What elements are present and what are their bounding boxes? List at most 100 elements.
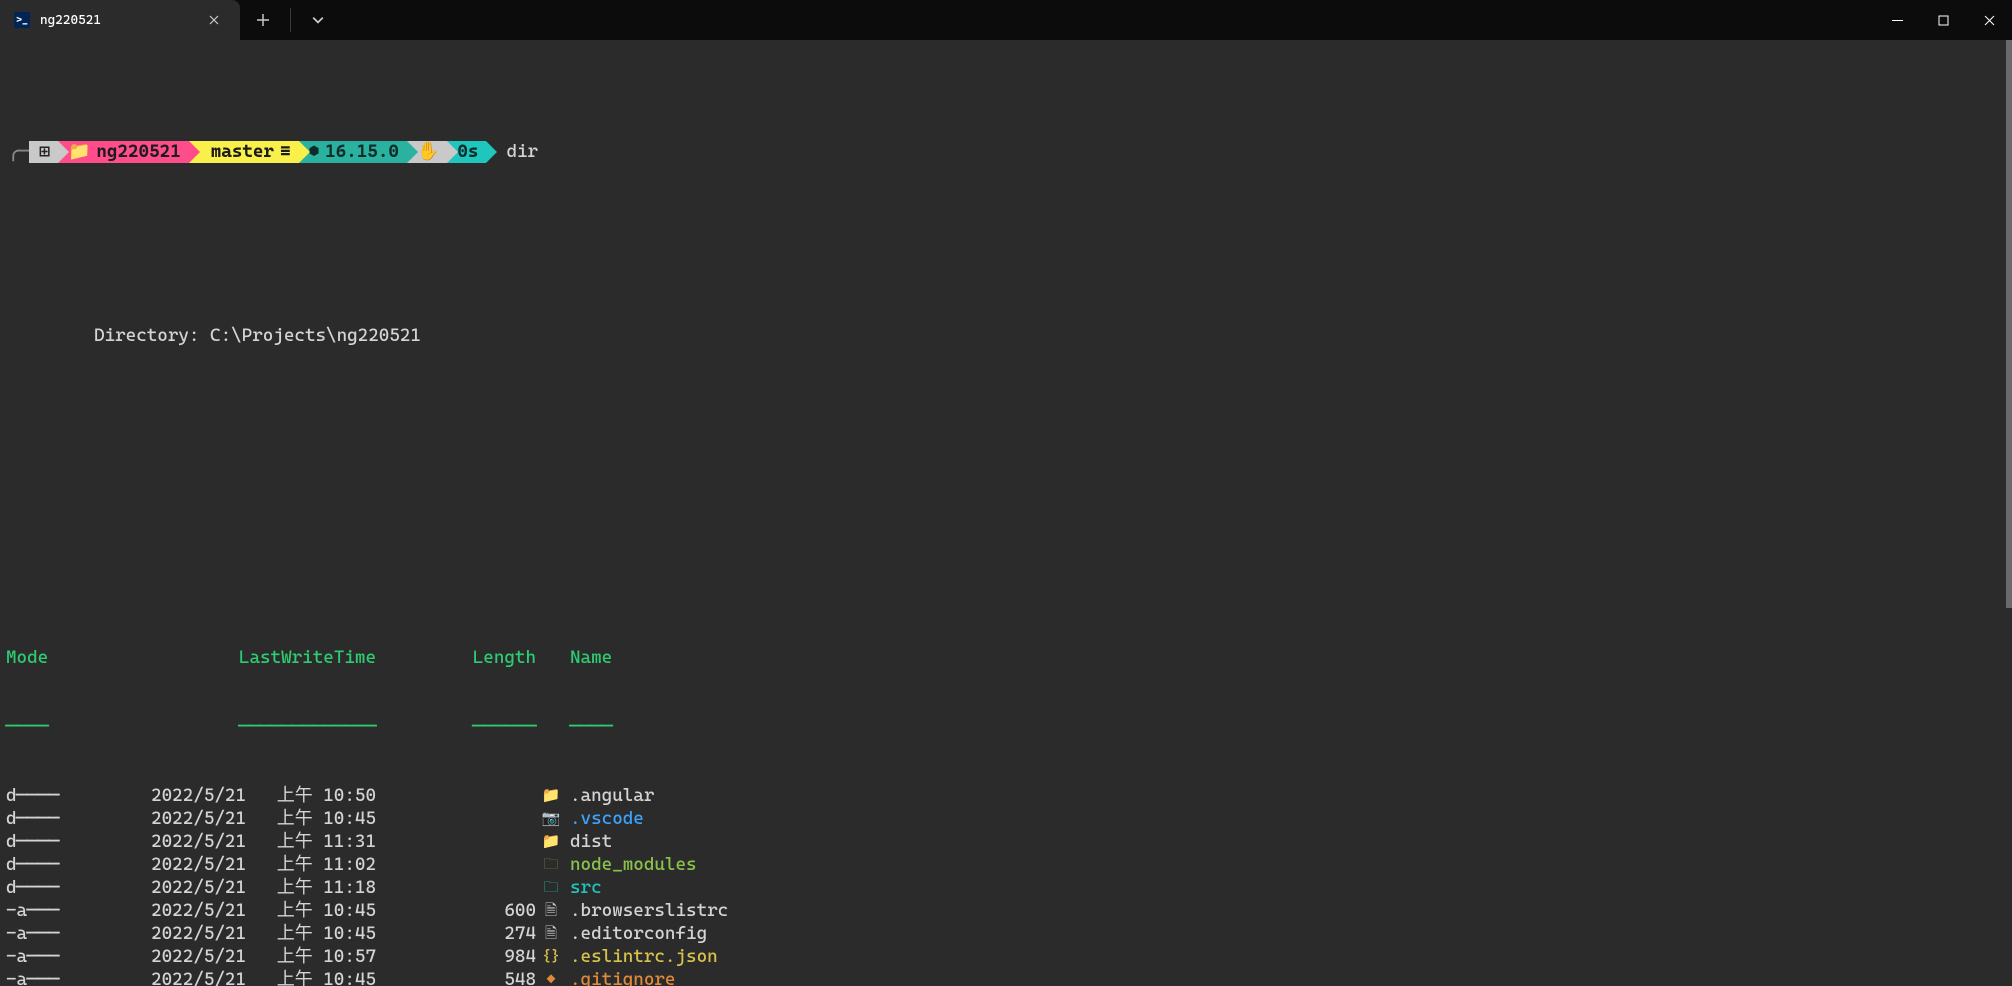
cell-time: 上午 11:18 <box>246 876 376 899</box>
cell-name: .eslintrc.json <box>566 945 718 968</box>
segment-git: master≡ <box>189 141 299 163</box>
cell-length <box>376 853 536 876</box>
cell-time: 上午 10:45 <box>246 899 376 922</box>
file-type-icon: 🗀 <box>536 876 566 899</box>
titlebar: >_ ng220521 <box>0 0 2012 40</box>
listing-row: d────2022/5/21上午 11:02 🗀node_modules <box>6 853 2006 876</box>
cell-time: 上午 11:31 <box>246 830 376 853</box>
cell-date: 2022/5/21 <box>126 945 246 968</box>
cell-mode: d──── <box>6 784 126 807</box>
scrollbar-thumb[interactable] <box>2006 40 2012 608</box>
listing-row: -a───2022/5/21上午 10:45548◆.gitignore <box>6 968 2006 986</box>
listing-row: -a───2022/5/21上午 10:45600🗎.browserslistr… <box>6 899 2006 922</box>
listing-row: d────2022/5/21上午 11:18 🗀src <box>6 876 2006 899</box>
file-type-icon: 📁 <box>536 830 566 853</box>
file-type-icon: ◆ <box>536 968 566 986</box>
file-type-icon: 🗎 <box>536 922 566 945</box>
windows-icon: ⊞ <box>39 140 50 163</box>
cell-length <box>376 784 536 807</box>
listing-table: Mode LastWriteTime Length Name ──── ────… <box>6 600 2006 986</box>
cell-mode: -a─── <box>6 922 126 945</box>
cell-date: 2022/5/21 <box>126 968 246 986</box>
rule-mode: ──── <box>6 715 126 738</box>
tab-close-button[interactable] <box>200 6 228 34</box>
cell-name: .vscode <box>566 807 644 830</box>
segment-git-branch: master <box>211 140 274 163</box>
listing-row: d────2022/5/21上午 10:45 📷.vscode <box>6 807 2006 830</box>
hexagon-icon: ⬢ <box>309 140 320 163</box>
cell-mode: -a─── <box>6 968 126 986</box>
cell-date: 2022/5/21 <box>126 876 246 899</box>
rule-length: ────── <box>376 715 536 738</box>
file-type-icon: 🗎 <box>536 899 566 922</box>
cell-name: src <box>566 876 602 899</box>
window-minimize-button[interactable] <box>1874 0 1920 40</box>
cell-time: 上午 10:50 <box>246 784 376 807</box>
cell-name: node_modules <box>566 853 697 876</box>
cell-name: .browserslistrc <box>566 899 728 922</box>
tab-active[interactable]: >_ ng220521 <box>0 0 240 40</box>
col-header-mode: Mode <box>6 646 126 669</box>
titlebar-drag-region[interactable] <box>341 0 1874 40</box>
cell-time: 上午 10:45 <box>246 968 376 986</box>
rule-name: ──── <box>566 715 612 738</box>
rule-lastwrite: ───────────── <box>126 715 376 738</box>
cell-date: 2022/5/21 <box>126 784 246 807</box>
cell-mode: d──── <box>6 830 126 853</box>
cell-date: 2022/5/21 <box>126 853 246 876</box>
listing-row: -a───2022/5/21上午 10:45274🗎.editorconfig <box>6 922 2006 945</box>
tab-dropdown-button[interactable] <box>295 0 341 40</box>
listing-row: d────2022/5/21上午 10:50📁.angular <box>6 784 2006 807</box>
directory-header: Directory: C:\Projects\ng220521 <box>6 324 2006 347</box>
segment-time-text: 0s <box>457 140 478 163</box>
rule-icon <box>536 715 566 738</box>
segment-os: ⊞ <box>29 141 58 163</box>
command-text: dir <box>506 140 538 163</box>
window-maximize-button[interactable] <box>1920 0 1966 40</box>
powershell-icon: >_ <box>14 12 30 28</box>
tab-title: ng220521 <box>40 13 190 28</box>
cell-date: 2022/5/21 <box>126 807 246 830</box>
file-type-icon: 📁 <box>536 784 566 807</box>
scrollbar-track[interactable] <box>2004 40 2012 986</box>
cell-length <box>376 876 536 899</box>
cell-name: dist <box>566 830 612 853</box>
prompt-lead: ╭─ <box>8 140 29 163</box>
segment-folder: 📁 ng220521 <box>58 141 189 163</box>
cell-date: 2022/5/21 <box>126 922 246 945</box>
listing-row: -a───2022/5/21上午 10:57984{}.eslintrc.jso… <box>6 945 2006 968</box>
folder-icon: 📁 <box>68 140 90 163</box>
cell-length: 984 <box>376 945 536 968</box>
file-type-icon: 🗀 <box>536 853 566 876</box>
col-header-lastwrite: LastWriteTime <box>126 646 376 669</box>
cell-length: 600 <box>376 899 536 922</box>
terminal-pane[interactable]: ╭─ ⊞ 📁 ng220521 master≡ ⬢16.15.0 ✋ 0s dir… <box>0 40 2012 986</box>
col-header-length: Length <box>376 646 536 669</box>
cell-length <box>376 807 536 830</box>
segment-folder-text: ng220521 <box>96 140 180 163</box>
cell-length <box>376 830 536 853</box>
file-type-icon: {} <box>536 945 566 968</box>
cell-mode: d──── <box>6 876 126 899</box>
segment-node: ⬢16.15.0 <box>299 141 407 163</box>
file-type-icon: 📷 <box>536 807 566 830</box>
cell-name: .editorconfig <box>566 922 707 945</box>
window-close-button[interactable] <box>1966 0 2012 40</box>
hand-icon: ✋ <box>417 140 439 163</box>
cell-mode: -a─── <box>6 945 126 968</box>
cell-name: .gitignore <box>566 968 675 986</box>
cell-time: 上午 11:02 <box>246 853 376 876</box>
cell-mode: d──── <box>6 807 126 830</box>
cell-length: 274 <box>376 922 536 945</box>
new-tab-button[interactable] <box>240 0 286 40</box>
prompt-line-1: ╭─ ⊞ 📁 ng220521 master≡ ⬢16.15.0 ✋ 0s dir <box>8 140 2006 163</box>
cell-mode: -a─── <box>6 899 126 922</box>
cell-mode: d──── <box>6 853 126 876</box>
cell-time: 上午 10:45 <box>246 807 376 830</box>
titlebar-separator <box>290 8 291 32</box>
listing-header-row: Mode LastWriteTime Length Name <box>6 646 2006 669</box>
cell-time: 上午 10:57 <box>246 945 376 968</box>
segment-node-version: 16.15.0 <box>325 140 399 163</box>
col-header-icon <box>536 646 566 669</box>
listing-row: d────2022/5/21上午 11:31📁dist <box>6 830 2006 853</box>
